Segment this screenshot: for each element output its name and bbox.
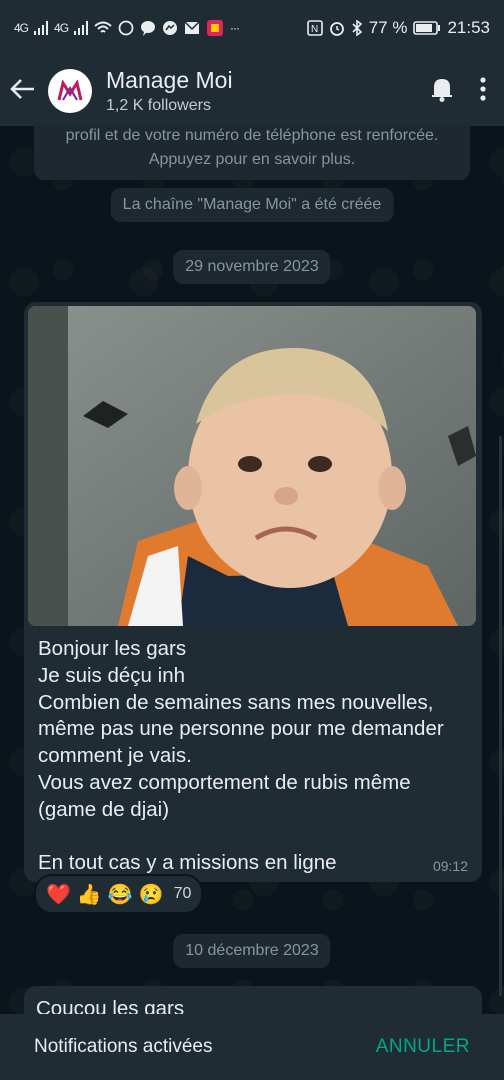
- whatsapp-icon: [118, 20, 134, 36]
- laughing-reaction-icon: 😂: [107, 883, 133, 906]
- date-separator: 10 décembre 2023: [173, 934, 331, 968]
- status-bar: 4G 4G ··· N 77 % 21:53: [0, 0, 504, 56]
- snackbar-text: Notifications activées: [34, 1036, 213, 1057]
- channel-avatar[interactable]: [48, 69, 92, 113]
- app-notification-icon: [207, 20, 224, 36]
- signal-1: 4G: [14, 21, 29, 35]
- message-text: Bonjour les gars Je suis déçu inh Combie…: [38, 637, 444, 875]
- message-time: 09:12: [432, 858, 468, 874]
- signal-bars-icon: [34, 21, 49, 35]
- heart-reaction-icon: ❤️: [46, 883, 71, 906]
- clock: 21:53: [447, 18, 490, 37]
- bell-icon[interactable]: [430, 76, 454, 107]
- bluetooth-icon: [352, 20, 362, 36]
- message-text: Coucou les gars: [36, 997, 185, 1014]
- status-left: 4G 4G ···: [14, 19, 240, 37]
- more-notifications: ···: [230, 21, 240, 35]
- app-bar: Manage Moi 1,2 K followers: [0, 56, 504, 126]
- battery-percent: 77 %: [368, 18, 408, 37]
- chat-area[interactable]: profil et de votre numéro de téléphone e…: [0, 126, 504, 1014]
- chat-bubble-icon: [141, 21, 156, 36]
- nfc-icon: N: [306, 20, 323, 36]
- messenger-icon: [163, 21, 178, 35]
- date-separator: 29 novembre 2023: [173, 250, 331, 284]
- manage-moi-logo-icon: [57, 80, 83, 101]
- signal-bars-icon: [74, 21, 89, 35]
- channel-created-notice: La chaîne "Manage Moi" a été créée: [110, 188, 394, 222]
- battery-icon: [413, 21, 441, 35]
- reactions-bar[interactable]: ❤️ 👍 😂 😢 70: [34, 874, 204, 914]
- mail-icon: [184, 21, 200, 34]
- undo-button[interactable]: ANNULER: [376, 1036, 470, 1058]
- message-bubble[interactable]: Bonjour les gars Je suis déçu inh Combie…: [24, 302, 482, 882]
- wifi-icon: [94, 21, 112, 33]
- signal-2: 4G: [54, 21, 69, 35]
- channel-info[interactable]: Manage Moi 1,2 K followers: [106, 67, 430, 115]
- back-arrow-icon[interactable]: [10, 74, 44, 108]
- alarm-icon: [329, 22, 344, 36]
- thumbs-up-reaction-icon: 👍: [76, 883, 102, 906]
- crying-reaction-icon: 😢: [138, 883, 164, 906]
- app-bar-actions: [430, 76, 486, 107]
- reaction-count: 70: [173, 885, 192, 902]
- security-notice[interactable]: profil et de votre numéro de téléphone e…: [34, 126, 470, 180]
- followers-count: 1,2 K followers: [106, 97, 211, 114]
- message-bubble[interactable]: Coucou les gars: [24, 986, 482, 1014]
- status-right: N 77 % 21:53: [306, 18, 490, 38]
- child-photo-image: [28, 306, 476, 626]
- message-photo[interactable]: [28, 306, 476, 626]
- snackbar: Notifications activées ANNULER: [0, 1014, 504, 1080]
- channel-name: Manage Moi: [106, 67, 233, 93]
- svg-text:N: N: [311, 24, 318, 35]
- more-options-icon[interactable]: [480, 76, 486, 106]
- scrollbar[interactable]: [499, 436, 502, 996]
